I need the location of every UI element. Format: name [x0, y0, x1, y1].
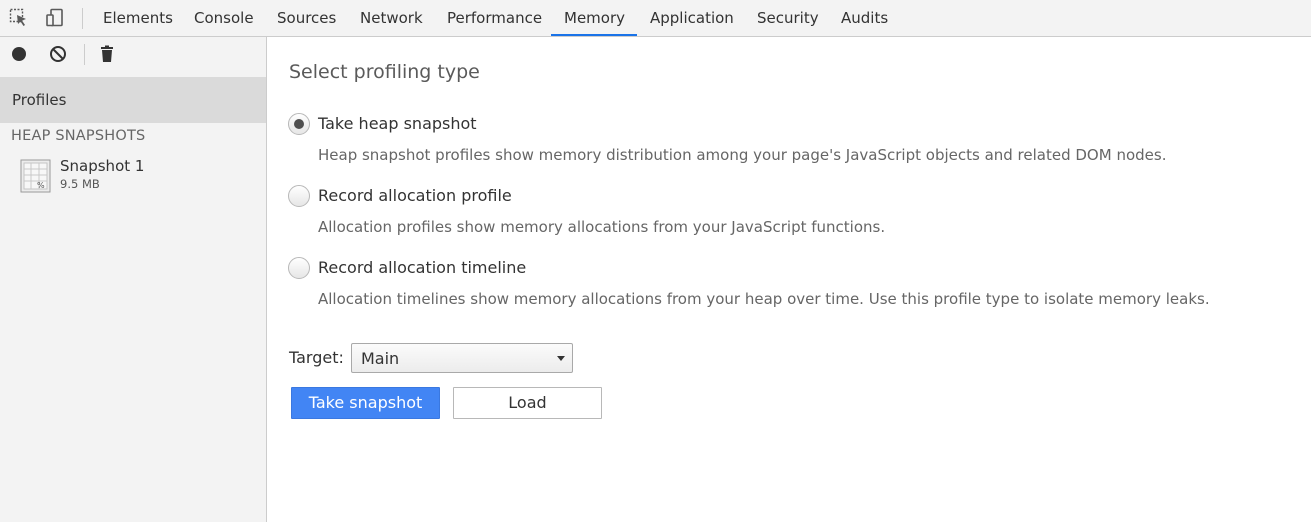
- tab-performance[interactable]: Performance: [447, 0, 542, 37]
- page-title: Select profiling type: [289, 61, 480, 83]
- heap-snapshots-header: HEAP SNAPSHOTS: [11, 128, 146, 144]
- target-select-value: Main: [361, 349, 400, 368]
- snapshot-title: Snapshot 1: [60, 157, 145, 175]
- sidebar-toolbar-divider: [84, 44, 85, 65]
- profiles-item[interactable]: Profiles: [0, 77, 266, 123]
- trash-icon[interactable]: [96, 43, 118, 65]
- tab-sources[interactable]: Sources: [277, 0, 336, 37]
- profile-launcher-panel: Select profiling type Take heap snapshot…: [268, 37, 1311, 522]
- inspect-element-icon[interactable]: [8, 7, 30, 29]
- option-label[interactable]: Record allocation timeline: [318, 257, 526, 279]
- radio-heap-snapshot[interactable]: [288, 113, 310, 135]
- device-toolbar-icon[interactable]: [44, 7, 66, 29]
- option-description: Allocation profiles show memory allocati…: [318, 218, 886, 236]
- option-description: Allocation timelines show memory allocat…: [318, 290, 1210, 308]
- clear-icon[interactable]: [47, 43, 69, 65]
- take-snapshot-button[interactable]: Take snapshot: [291, 387, 440, 419]
- target-label: Target:: [289, 348, 344, 367]
- target-select[interactable]: Main: [351, 343, 573, 373]
- radio-allocation-profile[interactable]: [288, 185, 310, 207]
- heap-snapshot-icon: %: [20, 159, 51, 193]
- load-button[interactable]: Load: [453, 387, 602, 419]
- radio-allocation-timeline[interactable]: [288, 257, 310, 279]
- tab-audits[interactable]: Audits: [841, 0, 888, 37]
- option-description: Heap snapshot profiles show memory distr…: [318, 146, 1167, 164]
- record-icon[interactable]: [8, 43, 30, 65]
- tab-application[interactable]: Application: [650, 0, 734, 37]
- active-tab-indicator: [551, 34, 637, 36]
- sidebar-toolbar: [0, 37, 266, 72]
- tab-network[interactable]: Network: [360, 0, 423, 37]
- profiles-sidebar: Profiles HEAP SNAPSHOTS % Snapshot 1 9.5…: [0, 37, 267, 522]
- toolbar-divider: [82, 8, 83, 29]
- tab-memory[interactable]: Memory: [564, 0, 625, 37]
- option-label[interactable]: Take heap snapshot: [318, 113, 477, 135]
- tab-elements[interactable]: Elements: [103, 0, 173, 37]
- tab-security[interactable]: Security: [757, 0, 819, 37]
- devtools-tabbar: Elements Console Sources Network Perform…: [0, 0, 1311, 37]
- option-label[interactable]: Record allocation profile: [318, 185, 512, 207]
- snapshot-list-item[interactable]: % Snapshot 1 9.5 MB: [0, 155, 266, 197]
- tab-console[interactable]: Console: [194, 0, 254, 37]
- chevron-down-icon: [557, 356, 565, 361]
- svg-text:%: %: [37, 181, 45, 190]
- snapshot-size: 9.5 MB: [60, 177, 100, 191]
